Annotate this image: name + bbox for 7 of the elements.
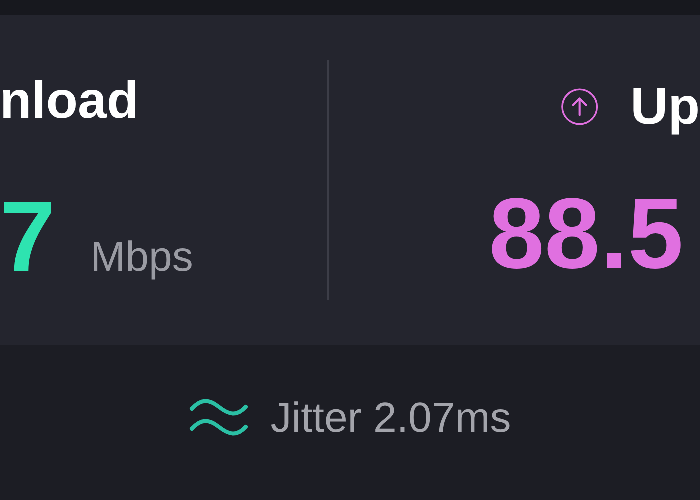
download-value: 7 — [0, 187, 56, 287]
wave-icon — [188, 396, 249, 438]
jitter-text: Jitter 2.07ms — [270, 394, 512, 442]
download-label: nload — [0, 75, 139, 127]
upload-value: 88.5 — [489, 184, 684, 284]
download-unit: Mbps — [90, 233, 194, 281]
upload-label: Up — [630, 81, 700, 133]
